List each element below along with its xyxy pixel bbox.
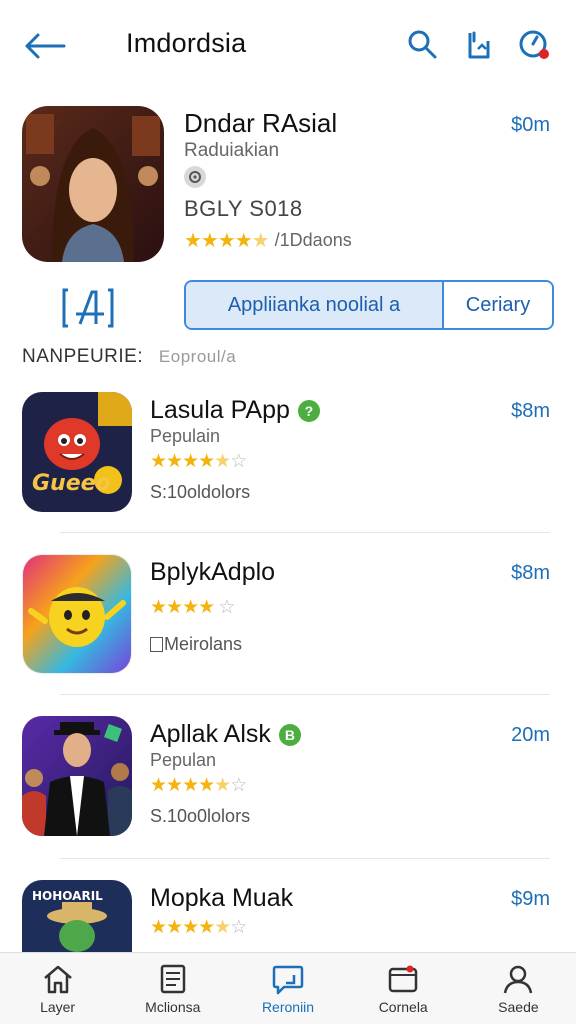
section-header: NANPEURIE: Eoproul/a [22, 346, 236, 368]
app-meta-text: Meirolans [164, 634, 243, 654]
tab-label: Reroniin [261, 999, 315, 1015]
app-category: Pepulain [150, 426, 221, 446]
section-title: NANPEURIE: [22, 346, 144, 367]
divider [60, 858, 550, 859]
clock-badge-icon [519, 30, 549, 59]
list-item[interactable]: Apllak Alsk B Pepulan ★★★★★☆ S.10o0lolor… [0, 716, 576, 866]
rating-stars: ★★★★★☆ [150, 451, 247, 472]
featured-app-name: Dndar RAsial [184, 108, 338, 138]
app-category: Pepulan [150, 750, 217, 770]
app-name-text: BplykAdplo [150, 558, 276, 586]
calendar-icon [388, 965, 418, 993]
search-icon [408, 30, 437, 59]
back-arrow-icon [25, 33, 66, 59]
tab-label: Saede [498, 999, 539, 1015]
brand-logo-icon [60, 286, 116, 330]
app-price[interactable]: $8m [511, 562, 550, 585]
user-icon [504, 965, 533, 994]
featured-app-meta: BGLY S018 [184, 196, 303, 221]
list-item[interactable]: Gueeo Lasula PApp ? Pepulain ★★★★★☆ S:10… [0, 392, 576, 542]
tab-active[interactable]: Reroniin [230, 953, 345, 1024]
document-icon [150, 637, 163, 652]
app-name-text: Mopka Muak [150, 884, 294, 912]
home-icon [43, 965, 72, 994]
app-price[interactable]: $9m [511, 888, 550, 911]
bottom-tab-bar: Layer Mclionsa Reroniin Cornela Saede [0, 952, 576, 1024]
app-name: Apllak Alsk B [150, 720, 301, 749]
top-bar: Imdordsia [0, 0, 576, 92]
notifications-button[interactable] [516, 26, 552, 62]
document-icon [160, 964, 186, 994]
section-subtitle: Eoproul/a [158, 347, 237, 366]
rating-stars: ★★★★★ [184, 230, 270, 252]
featured-app-artwork [22, 106, 164, 262]
app-meta: Meirolans [150, 634, 242, 655]
featured-app-developer: Raduiakian [184, 140, 280, 161]
tab-label: Mclionsa [145, 999, 201, 1015]
app-meta: S.10o0lolors [150, 806, 251, 826]
app-art-text: HOHOARIL [32, 889, 103, 903]
secondary-action-button[interactable]: Ceriary [444, 282, 552, 328]
rating-stars: ★★★★★☆ [150, 775, 247, 796]
tab-label: Cornela [378, 999, 428, 1015]
page-title: Imdordsia [126, 28, 247, 58]
app-artwork: HOHOARIL [22, 880, 132, 952]
app-price[interactable]: $8m [511, 400, 550, 423]
app-name: BplykAdplo [150, 558, 275, 587]
list-item[interactable]: BplykAdplo ★★★★ ☆ Meirolans $8m [0, 554, 576, 704]
tab-home[interactable]: Layer [0, 953, 115, 1024]
divider [60, 694, 550, 695]
back-button[interactable] [22, 26, 68, 66]
rating-stars: ★★★★ ☆ [150, 597, 235, 618]
rating-stars: ★★★★★☆ [150, 917, 247, 938]
tab-label: Layer [40, 999, 76, 1015]
chat-icon [272, 965, 304, 995]
action-row: Appliianka noolial a Ceriary [0, 280, 576, 332]
app-art-text: Gueeo [32, 471, 111, 496]
app-name-text: Apllak Alsk [150, 720, 271, 748]
app-name: Lasula PApp ? [150, 396, 320, 425]
tab-profile[interactable]: Saede [461, 953, 576, 1024]
app-artwork: Gueeo [22, 392, 132, 512]
app-price[interactable]: 20m [511, 724, 550, 747]
app-meta: S:10oldolors [150, 482, 251, 502]
app-name: Mopka Muak [150, 884, 293, 913]
search-button[interactable] [404, 26, 440, 62]
app-name-text: Lasula PApp [150, 396, 290, 424]
featured-app-rating: ★★★★★ /1Ddaons [184, 228, 352, 253]
verified-badge-icon: B [278, 723, 301, 746]
featured-rating-count: /1Ddaons [274, 230, 352, 250]
app-artwork [22, 716, 132, 836]
tab-library[interactable]: Mclionsa [115, 953, 230, 1024]
install-app-button[interactable]: Appliianka noolial a [186, 282, 444, 328]
share-icon [468, 31, 490, 59]
info-icon [184, 166, 206, 188]
divider [60, 532, 550, 533]
share-button[interactable] [460, 26, 496, 62]
app-artwork [22, 554, 132, 674]
tab-calendar[interactable]: Cornela [346, 953, 461, 1024]
featured-app-price[interactable]: $0m [511, 114, 550, 137]
segmented-control: Appliianka noolial a Ceriary [184, 280, 554, 330]
list-item[interactable]: HOHOARIL Mopka Muak ★★★★★☆ $9m [0, 880, 576, 952]
verified-badge-icon: ? [297, 399, 320, 422]
featured-app-card[interactable]: Dndar RAsial Raduiakian BGLY S018 ★★★★★ … [0, 100, 576, 276]
